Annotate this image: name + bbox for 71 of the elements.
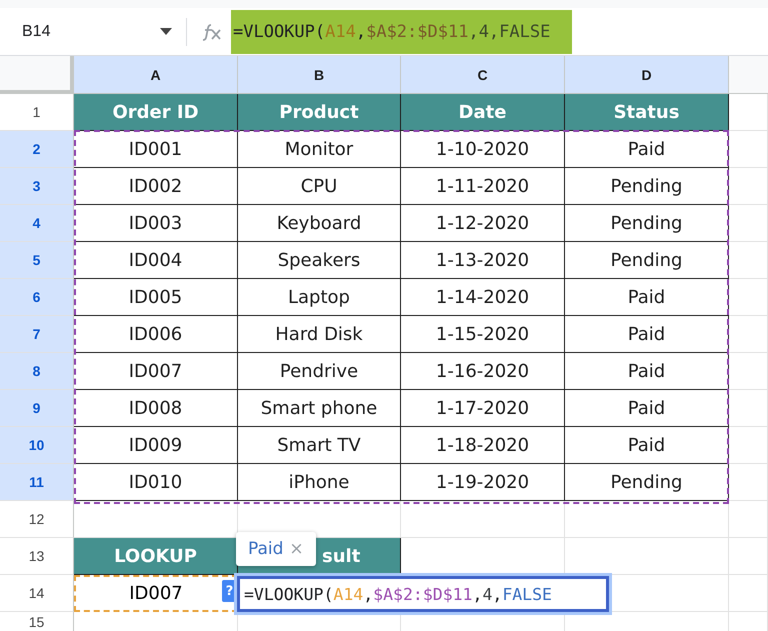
row-header[interactable]: 5 [0,242,74,279]
table-cell: Pending [565,242,729,279]
row-header[interactable]: 8 [0,353,74,390]
empty-cell [729,538,768,575]
row-header[interactable]: 6 [0,279,74,316]
table-cell: Paid [565,316,729,353]
table-cell: 1-16-2020 [401,353,565,390]
header-cell: Order ID [74,94,238,131]
row-header[interactable]: 10 [0,427,74,464]
table-cell: ID010 [74,464,238,501]
empty-cell [729,575,768,612]
table-cell: 1-12-2020 [401,205,565,242]
formula-field[interactable]: =VLOOKUP(A14,$A$2:$D$11,4,FALSE [231,10,572,54]
table-cell: 1-13-2020 [401,242,565,279]
column-header[interactable] [729,56,768,94]
table-cell: ID008 [74,390,238,427]
row-header[interactable]: 13 [0,538,74,575]
table-cell: ID004 [74,242,238,279]
row-header[interactable]: 1 [0,94,74,131]
corner-cell[interactable] [0,56,74,94]
table-cell: Pending [565,205,729,242]
table-cell: Keyboard [238,205,401,242]
table-cell: Pending [565,464,729,501]
table-cell: ID007 [74,353,238,390]
row-header[interactable]: 11 [0,464,74,501]
table-cell: 1-14-2020 [401,279,565,316]
table-cell: ID009 [74,427,238,464]
table-cell: Paid [565,427,729,464]
dropdown-icon [160,28,172,35]
empty-cell [729,501,768,538]
table-cell: 1-15-2020 [401,316,565,353]
column-header[interactable]: B [238,56,401,94]
table-cell: Smart TV [238,427,401,464]
table-cell: Monitor [238,131,401,168]
column-header[interactable]: C [401,56,565,94]
table-cell: Pending [565,168,729,205]
row-header[interactable]: 4 [0,205,74,242]
table-cell: ID001 [74,131,238,168]
table-cell: 1-11-2020 [401,168,565,205]
table-cell: 1-18-2020 [401,427,565,464]
header-cell: Product [238,94,401,131]
cell-editor[interactable]: =VLOOKUP(A14,$A$2:$D$11,4,FALSE [237,576,609,612]
table-cell: Laptop [238,279,401,316]
table-cell: Pendrive [238,353,401,390]
header-cell: Status [565,94,729,131]
table-cell: 1-10-2020 [401,131,565,168]
row-header[interactable]: 12 [0,501,74,538]
table-cell: 1-19-2020 [401,464,565,501]
table-cell: ID006 [74,316,238,353]
row-header[interactable]: 9 [0,390,74,427]
table-cell: Hard Disk [238,316,401,353]
table-cell: Paid [565,353,729,390]
table-cell: ID005 [74,279,238,316]
row-header[interactable]: 7 [0,316,74,353]
column-header[interactable]: A [74,56,238,94]
table-cell: CPU [238,168,401,205]
table-cell: ID003 [74,205,238,242]
row-header[interactable]: 3 [0,168,74,205]
table-cell: 1-17-2020 [401,390,565,427]
header-cell: LOOKUP [74,538,238,575]
name-box[interactable]: B14 [0,18,187,46]
row-header[interactable]: 2 [0,131,74,168]
table-cell: Speakers [238,242,401,279]
row-header[interactable]: 14 [0,575,74,612]
header-cell: Date [401,94,565,131]
table-cell: Paid [565,279,729,316]
tooltip-text: Paid [248,539,284,559]
table-cell: Smart phone [238,390,401,427]
column-header[interactable]: D [565,56,729,94]
table-cell: ID002 [74,168,238,205]
table-cell: iPhone [238,464,401,501]
